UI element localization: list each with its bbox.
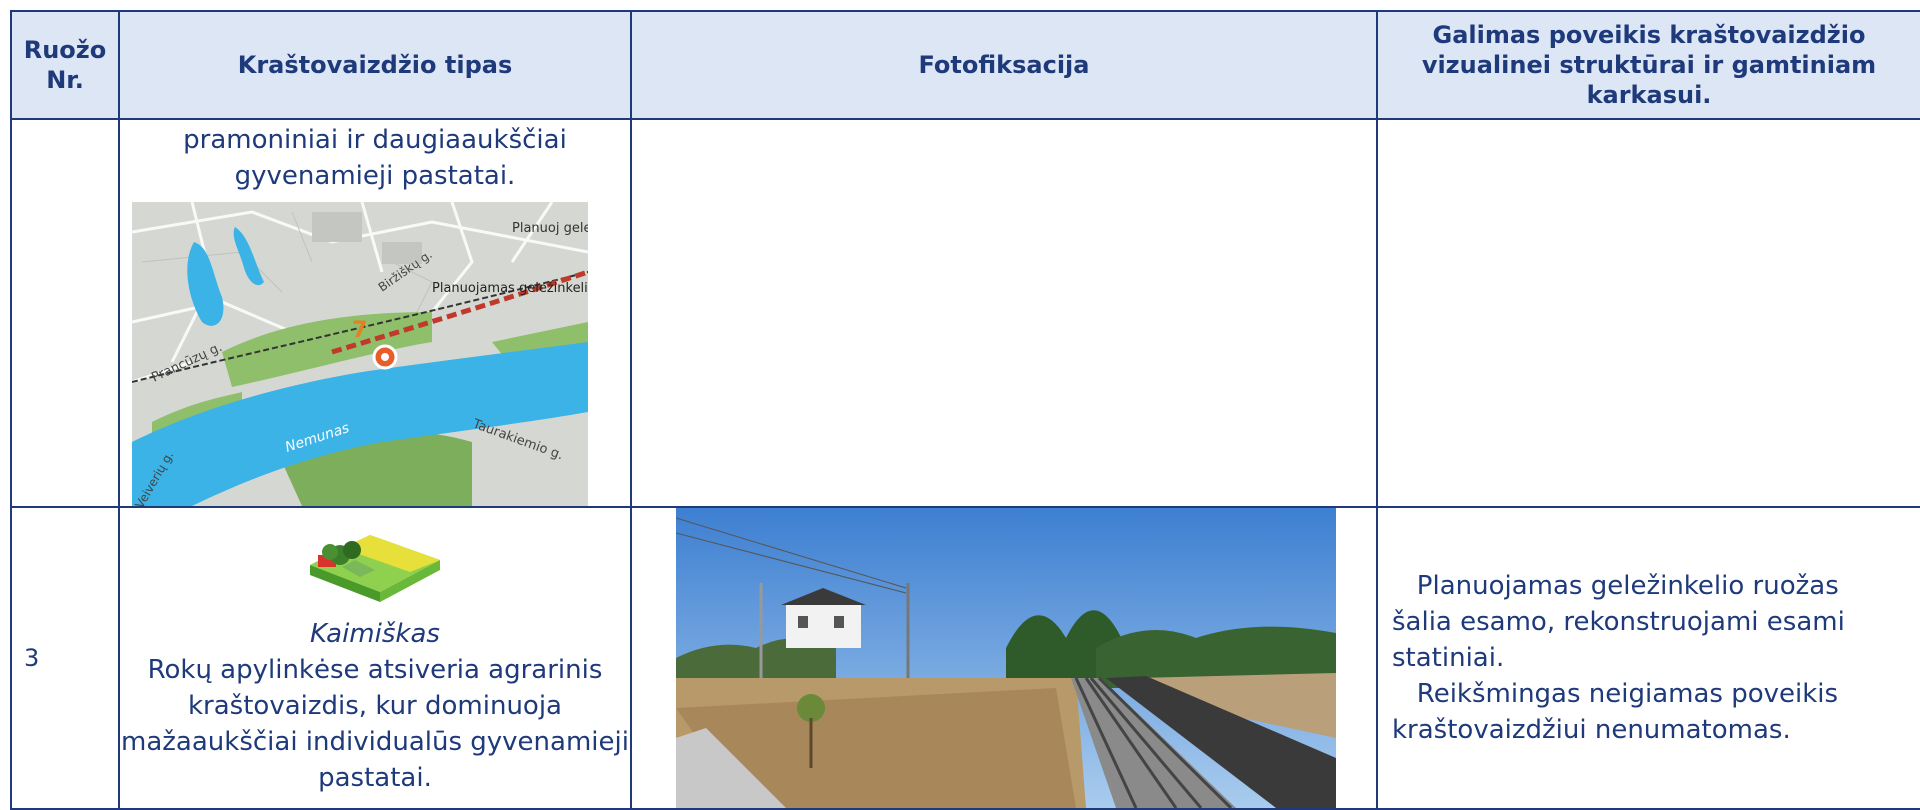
landscape-table: Ruožo Nr. Kraštovaizdžio tipas Fotofiksa…: [10, 10, 1920, 810]
map-label-planned1: Planuoj geležinkelio: [512, 221, 588, 236]
landscape-type-cell: Kaimiškas Rokų apylinkėse atsiveria agra…: [118, 506, 632, 810]
landscape-type-title: Kaimiškas: [310, 619, 440, 649]
landscape-type-cell: pramoniniai ir daugiaaukščiai gyvenamiej…: [118, 118, 632, 508]
impact-cell: Planuojamas geležinkelio ruožas šalia es…: [1376, 506, 1920, 810]
table-row: pramoniniai ir daugiaaukščiai gyvenamiej…: [10, 118, 1920, 508]
photo-cell-empty: [630, 118, 1378, 508]
header-photo: Fotofiksacija: [630, 10, 1378, 120]
impact-text-1: Planuojamas geležinkelio ruožas šalia es…: [1392, 571, 1845, 673]
photo-cell: [630, 506, 1378, 810]
landscape-type-description: Rokų apylinkėse atsiveria agrarinis kraš…: [121, 655, 629, 793]
header-segment-no: Ruožo Nr.: [10, 10, 120, 120]
table-row: 3 Kaimiškas Rokų apylinkėse atsiveria ag…: [10, 506, 1920, 810]
header-impact: Galimas poveikis kraštovaizdžio vizualin…: [1376, 10, 1920, 120]
map-marker-number: 7: [352, 318, 367, 343]
map-label-planned2: Planuojamas geležinkelio viadukas: [432, 281, 588, 296]
continuation-text: pramoniniai ir daugiaaukščiai gyvenamiej…: [183, 125, 567, 191]
segment-number: 3: [10, 506, 120, 810]
location-map: Planuoj geležinkelio Biržiškų g. Planuoj…: [132, 202, 588, 506]
header-landscape-type: Kraštovaizdžio tipas: [118, 10, 632, 120]
table-header-row: Ruožo Nr. Kraštovaizdžio tipas Fotofiksa…: [10, 10, 1920, 120]
site-photo: [676, 508, 1336, 808]
segment-number-cell: [10, 118, 120, 508]
rural-landscape-icon: [310, 535, 440, 602]
impact-cell-empty: [1376, 118, 1920, 508]
impact-text-2: Reikšmingas neigiamas poveikis kraštovai…: [1392, 679, 1839, 745]
